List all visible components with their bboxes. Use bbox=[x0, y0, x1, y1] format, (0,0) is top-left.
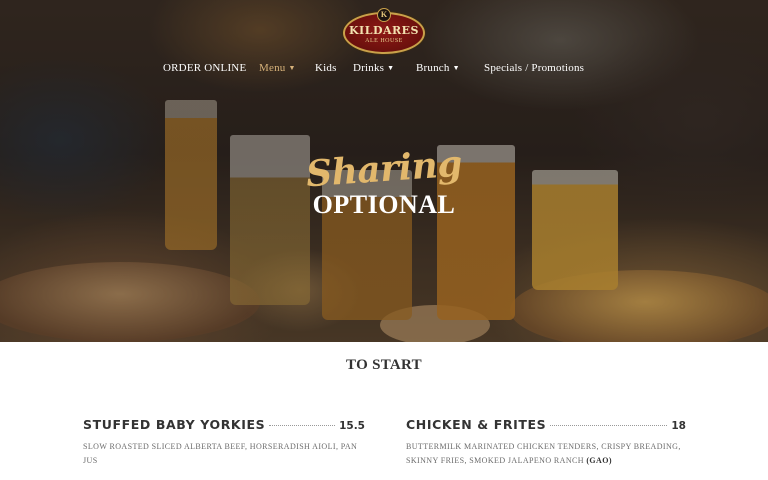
hero-title: OPTIONAL bbox=[312, 190, 456, 219]
menu-item-header: STUFFED BABY YORKIES 15.5 bbox=[83, 417, 365, 435]
nav-label: Brunch bbox=[416, 62, 450, 74]
description-text: SLOW ROASTED SLICED ALBERTA BEEF, HORSER… bbox=[83, 442, 358, 465]
menu-item-name: STUFFED BABY YORKIES bbox=[83, 417, 266, 432]
menu-item-description: BUTTERMILK MARINATED CHICKEN TENDERS, CR… bbox=[406, 440, 686, 468]
menu-item: STUFFED BABY YORKIES 15.5 SLOW ROASTED S… bbox=[83, 417, 365, 468]
nav-kids[interactable]: Kids bbox=[315, 62, 337, 74]
section-title: TO START bbox=[346, 357, 422, 373]
nav-brunch[interactable]: Brunch ▼ bbox=[416, 62, 460, 74]
nav-specials-promotions[interactable]: Specials / Promotions bbox=[484, 62, 584, 74]
chevron-down-icon: ▼ bbox=[387, 64, 395, 72]
brand-name: KILDARES bbox=[349, 24, 419, 37]
nav-label: ORDER ONLINE bbox=[163, 62, 247, 74]
logo-emblem: K bbox=[377, 8, 391, 22]
menu-item-name: CHICKEN & FRITES bbox=[406, 417, 547, 432]
nav-order-online[interactable]: ORDER ONLINE bbox=[163, 62, 246, 74]
nav-menu[interactable]: Menu ▼ bbox=[259, 62, 296, 74]
dietary-tag: (GAO) bbox=[586, 456, 612, 465]
description-text: BUTTERMILK MARINATED CHICKEN TENDERS, CR… bbox=[406, 442, 681, 465]
menu-item: CHICKEN & FRITES 18 BUTTERMILK MARINATED… bbox=[406, 417, 686, 468]
chevron-down-icon: ▼ bbox=[288, 64, 296, 72]
dotted-leader bbox=[269, 425, 336, 426]
menu-item-price: 15.5 bbox=[339, 420, 365, 432]
nav-label: Kids bbox=[315, 62, 337, 74]
brand-subtitle: ALE HOUSE bbox=[365, 38, 403, 44]
menu-item-header: CHICKEN & FRITES 18 bbox=[406, 417, 686, 435]
nav-label: Specials / Promotions bbox=[484, 62, 585, 74]
nav-label: Menu bbox=[259, 62, 286, 74]
nav-label: Drinks bbox=[353, 62, 385, 74]
dotted-leader bbox=[550, 425, 668, 426]
menu-item-price: 18 bbox=[671, 420, 686, 432]
menu-item-description: SLOW ROASTED SLICED ALBERTA BEEF, HORSER… bbox=[83, 440, 365, 468]
main-navigation: ORDER ONLINE Menu ▼ Kids Drinks ▼ Brunch ▼ … bbox=[0, 62, 768, 78]
chevron-down-icon: ▼ bbox=[452, 64, 460, 72]
nav-drinks[interactable]: Drinks ▼ bbox=[353, 62, 394, 74]
